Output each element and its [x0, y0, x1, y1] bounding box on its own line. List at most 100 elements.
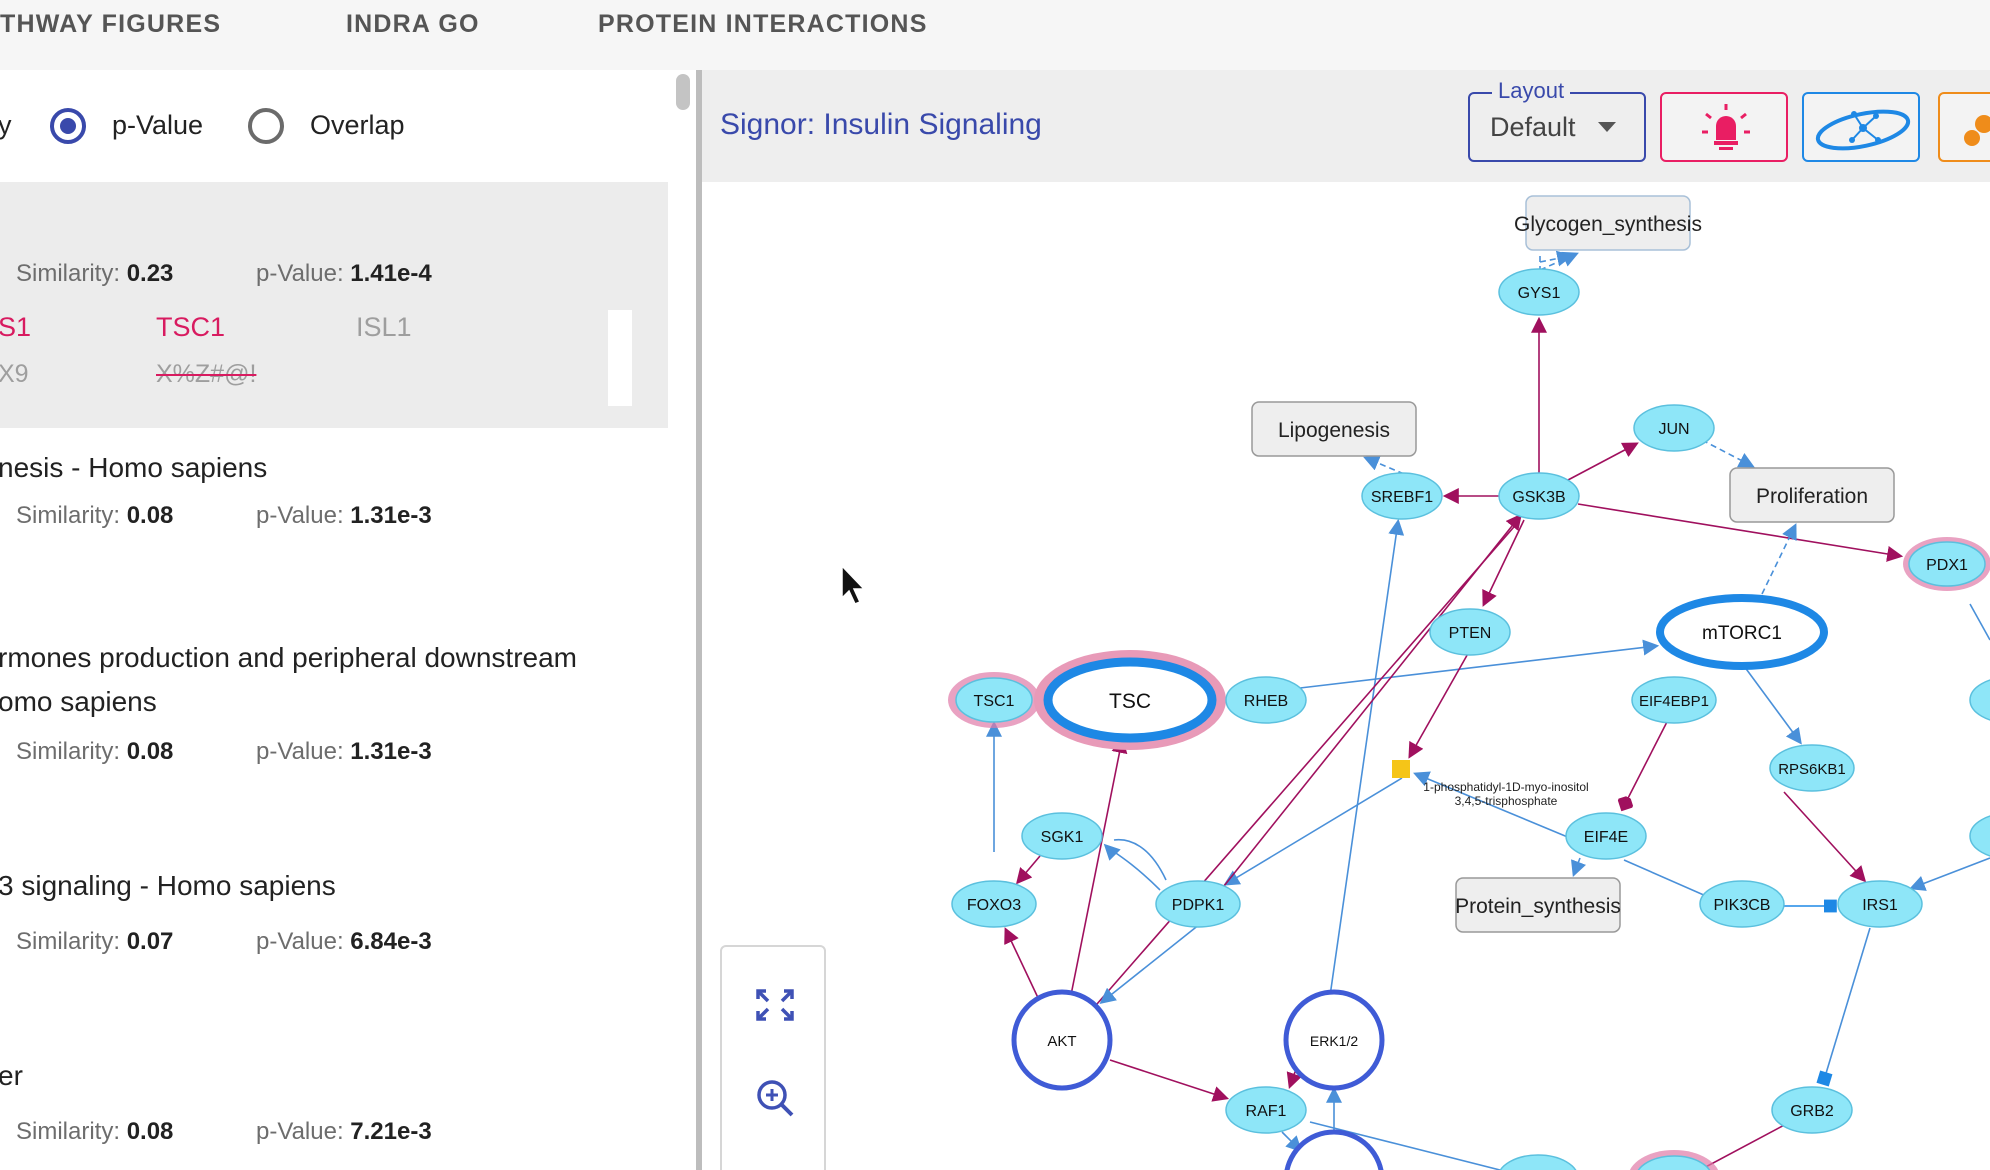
result-title: nesis - Homo sapiens	[0, 452, 268, 483]
top-tab-bar: THWAY FIGURES INDRA GO PROTEIN INTERACTI…	[0, 0, 1990, 70]
node-pten[interactable]: PTEN	[1429, 608, 1511, 656]
tab-pathway-figures[interactable]: THWAY FIGURES	[0, 10, 221, 39]
node-pik3cb[interactable]: PIK3CB	[1699, 880, 1785, 928]
svg-text:mTORC1: mTORC1	[1702, 623, 1782, 644]
highlight-button[interactable]	[1660, 92, 1788, 162]
zoom-controls	[720, 945, 826, 1170]
svg-text:EIF4E: EIF4E	[1584, 829, 1628, 846]
svg-text:AKT: AKT	[1047, 1033, 1076, 1050]
node-mtorc1[interactable]: mTORC1	[1656, 594, 1828, 670]
result-card[interactable]: er Similarity: 0.08 p-Value: 7.21e-3	[0, 1038, 668, 1170]
similarity-stat: Similarity: 0.08	[16, 738, 174, 765]
similarity-stat: Similarity: 0.07	[16, 928, 174, 955]
svg-text:GSK3B: GSK3B	[1512, 489, 1565, 506]
node-irs1[interactable]: IRS1	[1837, 880, 1923, 928]
radio-pvalue[interactable]	[50, 108, 86, 144]
node-pip3[interactable]: 1-phosphatidyl-1D-myo-inositol 3,4,5-tri…	[1392, 760, 1589, 808]
svg-text:Glycogen_synthesis: Glycogen_synthesis	[1514, 213, 1702, 236]
pvalue-stat: p-Value: 1.41e-4	[256, 260, 432, 287]
node-eif4ebp1[interactable]: EIF4EBP1	[1631, 676, 1717, 724]
node-erk12[interactable]: ERK1/2	[1283, 989, 1385, 1091]
cluster-icon	[1964, 115, 1990, 146]
pvalue-stat: p-Value: 7.21e-3	[256, 1118, 432, 1145]
gene-scrollbar[interactable]	[608, 310, 632, 406]
fit-screen-icon[interactable]	[722, 965, 828, 1045]
network-title: Signor: Insulin Signaling	[720, 108, 1042, 141]
pvalue-stat: p-Value: 6.84e-3	[256, 928, 432, 955]
layout-select-value: Default	[1490, 112, 1576, 142]
svg-text:Protein_synthesis: Protein_synthesis	[1455, 895, 1621, 918]
svg-text:TSC1: TSC1	[974, 693, 1015, 710]
node-srebf1[interactable]: SREBF1	[1361, 472, 1443, 520]
network-header: Signor: Insulin Signaling Layout Default	[702, 70, 1990, 182]
node-akt[interactable]: AKT	[1011, 989, 1113, 1091]
gene-tag: S1	[0, 312, 32, 342]
cluster-button[interactable]	[1938, 92, 1990, 162]
result-card-selected[interactable]: Similarity: 0.23 p-Value: 1.41e-4 S1 TSC…	[0, 182, 668, 428]
pvalue-stat: p-Value: 1.31e-3	[256, 738, 432, 765]
node-sgk1[interactable]: SGK1	[1021, 812, 1103, 860]
mouse-cursor	[841, 564, 866, 605]
svg-text:Lipogenesis: Lipogenesis	[1278, 419, 1390, 442]
svg-text:RPS6KB1: RPS6KB1	[1778, 761, 1846, 778]
svg-text:PDPK1: PDPK1	[1172, 897, 1225, 914]
sort-label-partial: y	[0, 110, 12, 140]
node-raf1[interactable]: RAF1	[1225, 1086, 1307, 1134]
node-rps6kb1[interactable]: RPS6KB1	[1769, 744, 1855, 792]
radio-pvalue-label[interactable]: p-Value	[112, 110, 203, 141]
node-proliferation[interactable]: Proliferation	[1729, 467, 1895, 523]
result-title-line2: omo sapiens	[0, 686, 157, 717]
svg-text:SREBF1: SREBF1	[1371, 489, 1433, 506]
result-card[interactable]: nesis - Homo sapiens Similarity: 0.08 p-…	[0, 428, 668, 618]
network-orbit-icon	[1815, 109, 1911, 151]
result-card[interactable]: rmones production and peripheral downstr…	[0, 618, 668, 848]
node-glycogen-synthesis[interactable]: Glycogen_synthesis	[1514, 195, 1702, 251]
network-view-button[interactable]	[1802, 92, 1920, 162]
svg-text:PIK3CB: PIK3CB	[1714, 897, 1771, 914]
node-tsc[interactable]: TSC	[1034, 650, 1226, 750]
gene-tag: ISL1	[356, 312, 412, 342]
svg-text:FOXO3: FOXO3	[967, 897, 1021, 914]
radio-overlap[interactable]	[248, 108, 284, 144]
node-foxo3[interactable]: FOXO3	[951, 880, 1037, 928]
network-panel: Signor: Insulin Signaling Layout Default	[702, 70, 1990, 1170]
node-tsc1[interactable]: TSC1	[948, 672, 1040, 728]
zoom-in-icon[interactable]	[722, 1059, 828, 1139]
svg-text:JUN: JUN	[1658, 421, 1689, 438]
node-lipogenesis[interactable]: Lipogenesis	[1251, 401, 1417, 457]
node-pdx1[interactable]: PDX1	[1903, 537, 1990, 591]
gene-tag: X9	[0, 360, 29, 388]
node-pdpk1[interactable]: PDPK1	[1155, 880, 1241, 928]
network-graph[interactable]: Glycogen_synthesis Lipogenesis Prolifera…	[702, 182, 1990, 1170]
zoom-out-icon[interactable]	[722, 1157, 828, 1170]
node-eif4e[interactable]: EIF4E	[1565, 812, 1647, 860]
chevron-down-icon[interactable]	[1598, 122, 1616, 132]
gene-tag-struck: X%Z#@!	[156, 360, 257, 388]
svg-text:RAF1: RAF1	[1246, 1103, 1287, 1120]
radio-overlap-label[interactable]: Overlap	[310, 110, 405, 141]
tab-protein-interactions[interactable]: PROTEIN INTERACTIONS	[598, 10, 928, 39]
node-grb2[interactable]: GRB2	[1771, 1086, 1853, 1134]
svg-text:3,4,5-trisphosphate: 3,4,5-trisphosphate	[1455, 794, 1558, 808]
svg-text:SGK1: SGK1	[1041, 829, 1084, 846]
node-rheb[interactable]: RHEB	[1225, 676, 1307, 724]
svg-text:TSC: TSC	[1109, 690, 1151, 713]
svg-text:EIF4EBP1: EIF4EBP1	[1639, 693, 1709, 710]
svg-text:1-phosphatidyl-1D-myo-inositol: 1-phosphatidyl-1D-myo-inositol	[1423, 780, 1588, 794]
tab-indra-go[interactable]: INDRA GO	[346, 10, 480, 39]
results-scrollbar[interactable]	[676, 74, 690, 110]
layout-select-label: Layout	[1492, 78, 1571, 104]
svg-text:PTEN: PTEN	[1449, 625, 1492, 642]
gene-tag: TSC1	[156, 312, 226, 342]
svg-text:PDX1: PDX1	[1926, 557, 1968, 574]
lightbulb-icon	[1702, 104, 1750, 150]
svg-text:Proliferation: Proliferation	[1756, 485, 1868, 508]
node-protein-synthesis[interactable]: Protein_synthesis	[1455, 877, 1621, 933]
node-gys1[interactable]: GYS1	[1498, 268, 1580, 316]
similarity-stat: Similarity: 0.08	[16, 502, 174, 529]
result-card[interactable]: 3 signaling - Homo sapiens Similarity: 0…	[0, 848, 668, 1038]
node-gsk3b[interactable]: GSK3B	[1498, 472, 1580, 520]
svg-text:GRB2: GRB2	[1790, 1103, 1834, 1120]
svg-text:GYS1: GYS1	[1518, 285, 1561, 302]
node-jun[interactable]: JUN	[1633, 404, 1715, 452]
